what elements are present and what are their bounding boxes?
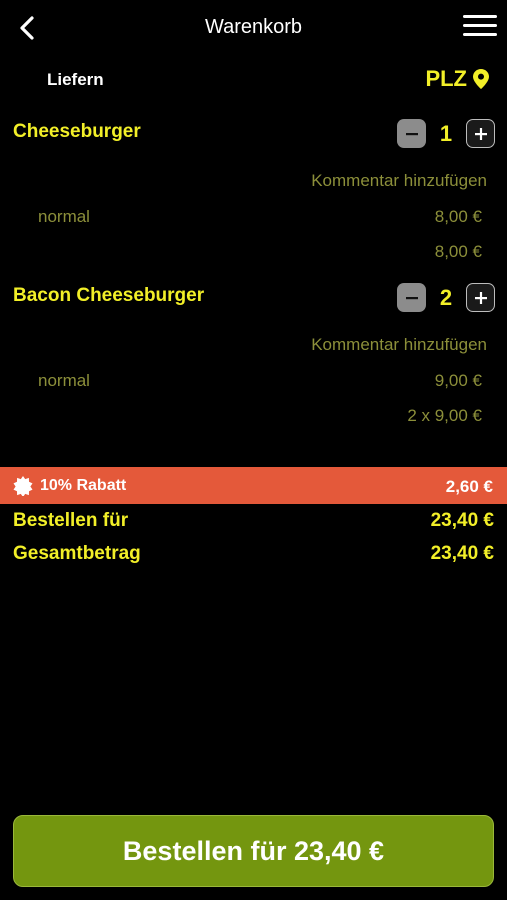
item-variant: normal [38, 371, 90, 390]
add-comment-link[interactable]: Kommentar hinzufügen [311, 335, 487, 355]
item-line-total: 2 x 9,00 € [407, 406, 482, 425]
decrease-quantity-button[interactable] [397, 119, 426, 148]
add-comment-link[interactable]: Kommentar hinzufügen [311, 171, 487, 191]
quantity-stepper: 2 [397, 283, 495, 312]
menu-button[interactable] [463, 15, 497, 41]
item-name: Bacon Cheeseburger [13, 285, 205, 306]
badge-icon [13, 476, 33, 496]
cart-item: Bacon Cheeseburger 2 Kommentar hinzufüge… [0, 283, 507, 435]
hamburger-menu-icon [463, 15, 497, 18]
total-value: 23,40 € [430, 543, 494, 564]
order-for-value: 23,40 € [430, 510, 494, 531]
order-for-label: Bestellen für [13, 510, 129, 531]
discount-label: 10% Rabatt [40, 477, 127, 494]
delivery-row: Liefern PLZ [0, 64, 507, 94]
total-label: Gesamtbetrag [13, 543, 141, 564]
plz-button[interactable]: PLZ [425, 66, 489, 92]
map-pin-icon [473, 69, 489, 89]
cart-item: Cheeseburger 1 Kommentar hinzufügen norm… [0, 119, 507, 271]
item-variant: normal [38, 207, 90, 226]
plus-icon [474, 127, 487, 140]
decrease-quantity-button[interactable] [397, 283, 426, 312]
discount-bar: 10% Rabatt 2,60 € [0, 467, 507, 504]
order-button[interactable]: Bestellen für 23,40 € [13, 815, 494, 887]
order-for-row: Bestellen für 23,40 € [0, 510, 507, 536]
quantity-value: 1 [439, 120, 453, 146]
plz-label: PLZ [425, 66, 467, 91]
discount-value: 2,60 € [445, 477, 493, 496]
minus-icon [405, 296, 418, 299]
item-name: Cheeseburger [13, 121, 141, 142]
plus-icon [474, 291, 487, 304]
quantity-value: 2 [439, 284, 453, 310]
delivery-mode-label: Liefern [47, 70, 104, 89]
page-title: Warenkorb [204, 16, 303, 38]
increase-quantity-button[interactable] [466, 119, 495, 148]
minus-icon [405, 132, 418, 135]
app-header: Warenkorb [0, 0, 507, 56]
item-unit-price: 9,00 € [434, 371, 482, 390]
total-row: Gesamtbetrag 23,40 € [0, 543, 507, 569]
item-unit-price: 8,00 € [434, 207, 482, 226]
item-line-total: 8,00 € [434, 242, 482, 261]
increase-quantity-button[interactable] [466, 283, 495, 312]
quantity-stepper: 1 [397, 119, 495, 148]
